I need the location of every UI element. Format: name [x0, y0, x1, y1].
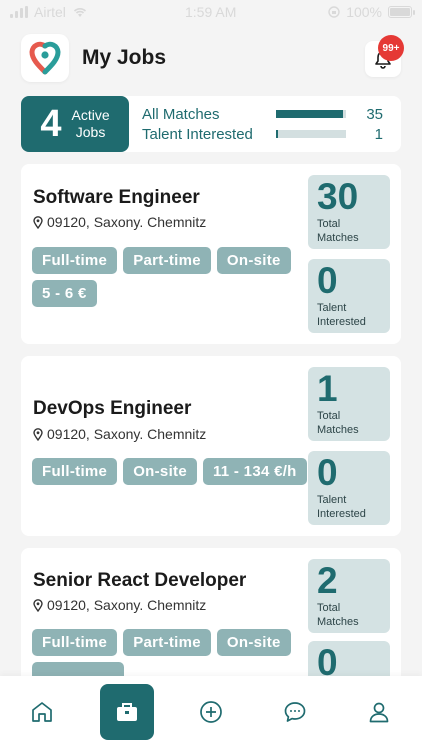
bottom-nav [0, 676, 422, 750]
tag: Full-time [32, 247, 118, 274]
stat-value: 1 [374, 125, 383, 143]
total-matches-label: Total Matches [317, 602, 359, 628]
location-text: 09120, Saxony. Chemnitz [47, 214, 207, 230]
notification-badge: 99+ [378, 35, 404, 61]
location-text: 09120, Saxony. Chemnitz [47, 597, 207, 613]
match-stats: All Matches 35 Talent Interested 1 [129, 104, 401, 144]
status-right: 100% [328, 4, 415, 20]
talent-interested-count: 0 [317, 452, 338, 493]
page-title: My Jobs [82, 46, 167, 69]
job-title: DevOps Engineer [33, 398, 192, 419]
stat-value: 35 [366, 105, 383, 123]
tag: 5 - 6 € [32, 280, 97, 307]
nav-profile[interactable] [357, 690, 401, 734]
location-pin-icon [33, 427, 43, 441]
tag: On-site [216, 629, 291, 656]
tag: On-site [123, 458, 197, 485]
briefcase-icon [117, 703, 137, 721]
stat-bar [276, 110, 346, 118]
job-tags: Full-time On-site 11 - 134 €/h [32, 458, 312, 485]
logo-icon [29, 41, 61, 75]
jobs-summary: 4 Active Jobs All Matches 35 Talent Inte… [21, 96, 401, 152]
stat-row-all-matches: All Matches 35 [142, 104, 383, 124]
add-circle-icon [200, 701, 222, 723]
location-pin-icon [33, 215, 43, 229]
active-jobs-label: Active Jobs [72, 107, 110, 141]
job-title: Senior React Developer [33, 570, 247, 591]
chat-icon [284, 702, 306, 722]
total-matches-label: Total Matches [317, 218, 359, 244]
talent-interested-label: Talent Interested [317, 302, 366, 328]
tag: 11 - 134 €/h [202, 458, 307, 485]
job-location: 09120, Saxony. Chemnitz [33, 597, 206, 613]
total-matches-tile[interactable]: 1 Total Matches [308, 367, 390, 441]
status-time: 1:59 AM [185, 4, 237, 20]
talent-interested-count: 0 [317, 260, 338, 301]
total-matches-count: 1 [317, 368, 338, 409]
stat-bar [276, 130, 346, 138]
total-matches-label: Total Matches [317, 410, 359, 436]
job-title: Software Engineer [33, 187, 200, 208]
active-label-line1: Active [71, 107, 110, 123]
tag: On-site [216, 247, 291, 274]
job-card[interactable]: Software Engineer 09120, Saxony. Chemnit… [21, 164, 401, 344]
total-matches-count: 2 [317, 560, 338, 601]
carrier-name: Airtel [34, 4, 66, 20]
orientation-lock-icon [328, 6, 340, 18]
nav-home[interactable] [20, 690, 64, 734]
active-label-line2: Jobs [75, 124, 106, 140]
notifications-button[interactable]: 99+ [365, 35, 404, 77]
stat-row-talent-interested: Talent Interested 1 [142, 124, 383, 144]
header: My Jobs 99+ [21, 33, 404, 83]
battery-percent: 100% [346, 4, 382, 20]
tag: Part-time [123, 629, 211, 656]
tag: Full-time [32, 458, 118, 485]
job-location: 09120, Saxony. Chemnitz [33, 426, 206, 442]
tag: Part-time [123, 247, 211, 274]
job-card[interactable]: DevOps Engineer 09120, Saxony. Chemnitz … [21, 356, 401, 536]
job-location: 09120, Saxony. Chemnitz [33, 214, 206, 230]
total-matches-count: 30 [317, 176, 359, 217]
status-left: Airtel [10, 4, 88, 20]
nav-messages[interactable] [273, 690, 317, 734]
nav-add[interactable] [189, 690, 233, 734]
signal-icon [10, 6, 28, 18]
stat-label: All Matches [142, 105, 220, 123]
location-pin-icon [33, 598, 43, 612]
wifi-icon [73, 8, 86, 17]
total-matches-tile[interactable]: 2 Total Matches [308, 559, 390, 633]
nav-jobs[interactable] [100, 684, 154, 740]
active-jobs-count: 4 [40, 103, 62, 145]
tag: Full-time [32, 629, 118, 656]
total-matches-tile[interactable]: 30 Total Matches [308, 175, 390, 249]
home-icon [32, 702, 52, 722]
active-jobs-tile[interactable]: 4 Active Jobs [21, 96, 129, 152]
talent-interested-tile[interactable]: 0 Talent Interested [308, 451, 390, 525]
stat-label: Talent Interested [142, 125, 253, 143]
location-text: 09120, Saxony. Chemnitz [47, 426, 207, 442]
talent-interested-tile[interactable]: 0 Talent Interested [308, 259, 390, 333]
talent-interested-label: Talent Interested [317, 494, 366, 520]
battery-icon [388, 6, 415, 18]
profile-icon [369, 702, 389, 723]
app-logo [21, 34, 69, 82]
status-bar: Airtel 1:59 AM 100% [0, 0, 422, 24]
job-tags: Full-time Part-time On-site 5 - 6 € [32, 247, 302, 307]
